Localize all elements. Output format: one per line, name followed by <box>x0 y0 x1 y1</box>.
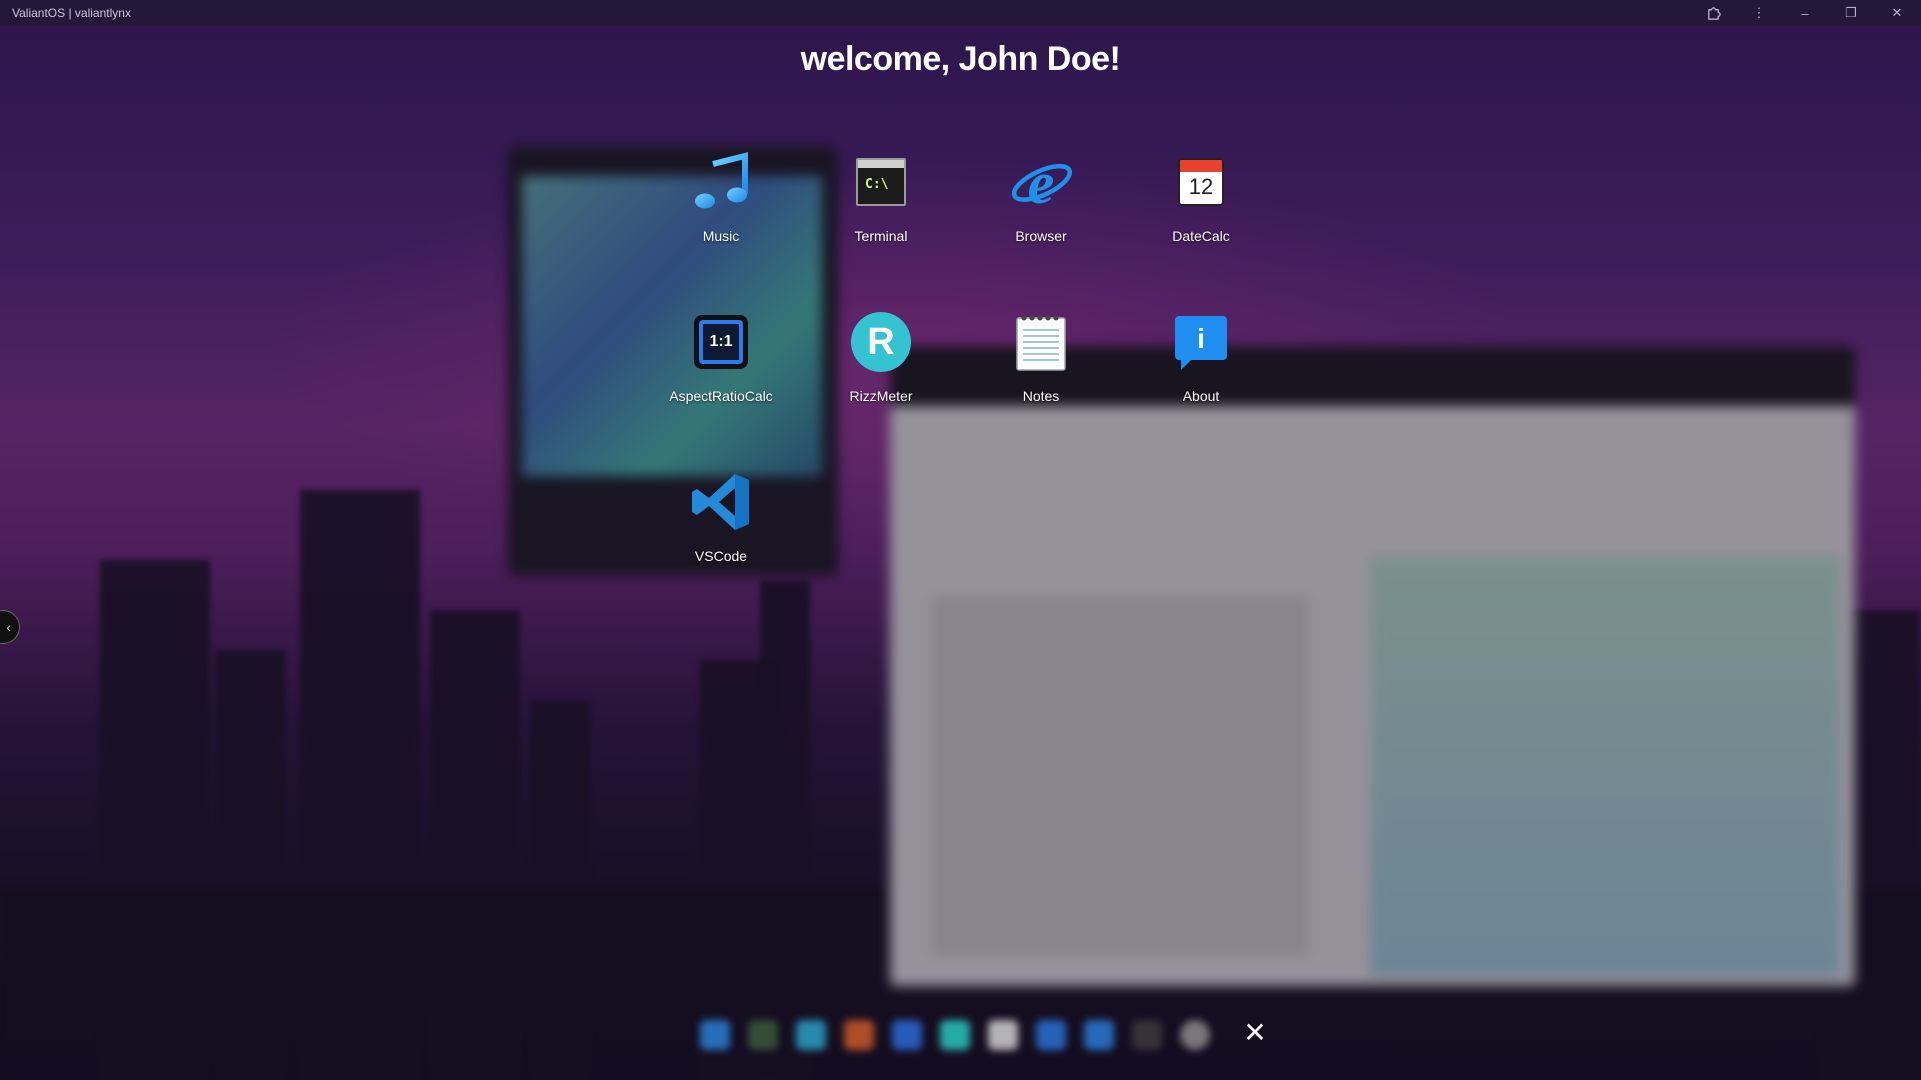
app-label: Browser <box>1015 228 1067 244</box>
rizz-icon: R <box>849 310 913 374</box>
app-label: DateCalc <box>1172 228 1230 244</box>
notepad-icon <box>1009 310 1073 374</box>
terminal-prompt-text: C:\ <box>865 177 889 192</box>
more-menu-icon[interactable]: ⋮ <box>1747 3 1771 23</box>
app-terminal[interactable]: C:\ Terminal <box>801 130 961 260</box>
puzzle-icon[interactable] <box>1701 3 1725 23</box>
vscode-icon <box>689 470 753 534</box>
taskbar-dock <box>700 1020 1210 1060</box>
window-controls: ⋮ – ❐ ✕ <box>1701 3 1909 23</box>
browser-e-icon: e <box>1009 150 1073 217</box>
title-bar: ValiantOS | valiantlynx ⋮ – ❐ ✕ <box>0 0 1921 26</box>
minimize-button[interactable]: – <box>1793 3 1817 23</box>
app-rizzmeter[interactable]: R RizzMeter <box>801 290 961 420</box>
app-about[interactable]: i About <box>1121 290 1281 420</box>
aspect-ratio-icon: 1:1 <box>689 310 753 374</box>
rizz-letter: R <box>867 320 895 363</box>
terminal-icon: C:\ <box>849 150 913 214</box>
app-browser[interactable]: e Browser <box>961 130 1121 260</box>
app-datecalc[interactable]: 12 DateCalc <box>1121 130 1281 260</box>
window-title: ValiantOS | valiantlynx <box>12 6 131 20</box>
info-letter: i <box>1197 323 1205 354</box>
app-music[interactable]: Music <box>641 130 801 260</box>
app-label: AspectRatioCalc <box>669 388 773 404</box>
app-notes[interactable]: Notes <box>961 290 1121 420</box>
app-vscode[interactable]: VSCode <box>641 450 801 580</box>
close-launcher-button[interactable]: ✕ <box>1240 1018 1270 1048</box>
close-window-button[interactable]: ✕ <box>1885 3 1909 23</box>
app-label: RizzMeter <box>849 388 913 404</box>
aspect-ratio-text: 1:1 <box>709 333 733 350</box>
app-label: Terminal <box>854 228 908 244</box>
app-label: Notes <box>1022 388 1060 404</box>
restore-button[interactable]: ❐ <box>1839 3 1863 23</box>
music-note-icon <box>689 150 753 214</box>
welcome-heading: welcome, John Doe! <box>800 40 1121 78</box>
app-label: VSCode <box>694 548 748 564</box>
info-icon: i <box>1169 310 1233 374</box>
calendar-icon: 12 <box>1169 150 1233 214</box>
app-aspectratiocalc[interactable]: 1:1 AspectRatioCalc <box>641 290 801 420</box>
app-label: Music <box>702 228 740 244</box>
calendar-day-text: 12 <box>1188 174 1214 199</box>
svg-text:e: e <box>1028 150 1055 217</box>
app-label: About <box>1182 388 1220 404</box>
